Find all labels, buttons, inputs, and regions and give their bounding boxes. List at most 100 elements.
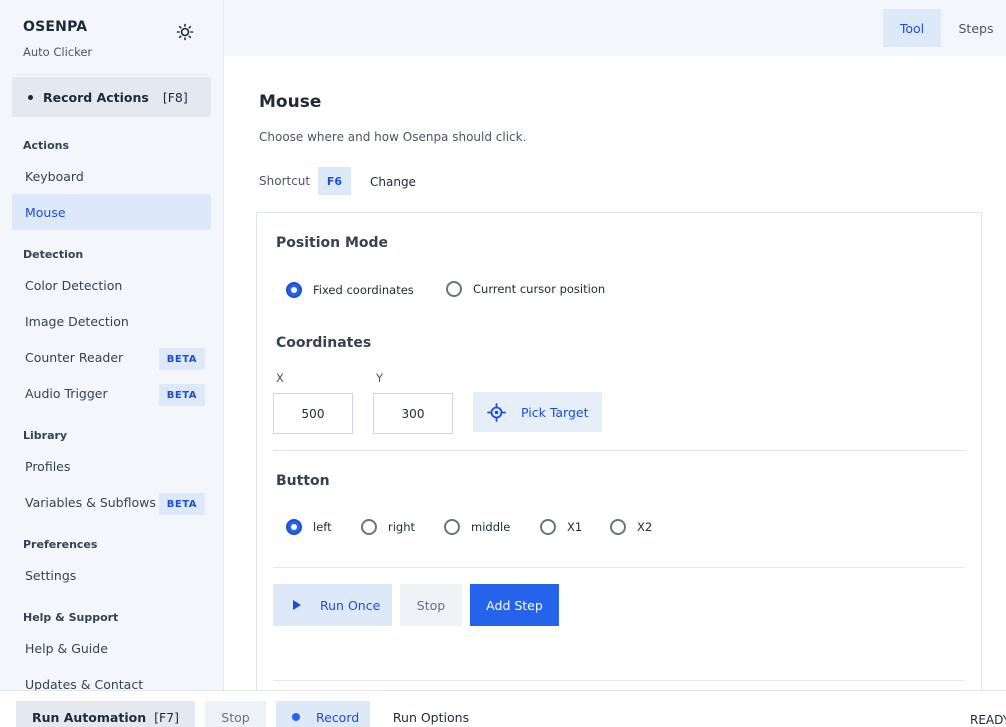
radio-button-left[interactable]: left [286,519,332,535]
stop-button[interactable]: Stop [400,584,462,626]
run-once-label: Run Once [320,597,381,613]
y-label: Y [376,371,384,385]
radio-button-middle[interactable]: middle [444,519,510,535]
nav-section-actions: Actions [23,139,69,152]
pick-target-label: Pick Target [521,404,589,420]
sidebar-item-label: Audio Trigger [25,385,108,401]
sidebar-item-label: Counter Reader [25,349,124,365]
change-shortcut-button[interactable]: Change [362,168,424,196]
sidebar-item-mouse[interactable]: Mouse [12,194,211,230]
radio-circle [610,519,626,535]
shortcut-key-badge: F6 [318,167,351,195]
brand: OSENPA Auto Clicker [23,19,92,59]
radio-circle [286,282,302,298]
radio-fixed-coordinates[interactable]: Fixed coordinates [286,282,414,298]
sidebar-item-counter-reader[interactable]: Counter Reader BETA [12,339,211,375]
section-divider [273,567,965,568]
mouse-settings-panel: Position Mode Fixed coordinates Current … [256,212,982,702]
radio-label: middle [471,520,511,534]
button-title: Button [276,473,330,489]
sidebar: OSENPA Auto Clicker Record Actions [F8] … [0,0,224,690]
radio-button-x1[interactable]: X1 [540,519,582,535]
section-divider [273,450,965,451]
top-bar: Tool Steps [224,0,1006,56]
sidebar-item-label: Image Detection [25,313,129,329]
beta-badge: BETA [158,384,205,406]
nav-section-library: Library [23,429,68,442]
run-options-button[interactable]: Run Options [386,701,476,727]
sidebar-item-image-detection[interactable]: Image Detection [12,303,211,339]
app-subtitle: Auto Clicker [23,45,93,59]
run-once-button[interactable]: Run Once [273,584,392,626]
radio-circle [444,519,460,535]
crosshair-icon [487,402,506,422]
app-name: OSENPA [23,19,88,35]
status-text: READY [970,713,1006,727]
x-coordinate-input[interactable] [273,393,353,434]
radio-circle [286,519,302,535]
radio-label: Current cursor position [473,282,606,296]
record-dot-icon [28,94,33,100]
sidebar-item-updates[interactable]: Updates & Contact [12,666,211,691]
tab-tool[interactable]: Tool [883,9,941,47]
radio-button-right[interactable]: right [361,519,415,535]
radio-label: X2 [637,520,653,534]
y-coordinate-input[interactable] [373,393,453,434]
sidebar-item-settings[interactable]: Settings [12,557,211,593]
record-actions-label: Record Actions [43,89,149,105]
radio-current-cursor[interactable]: Current cursor position [446,281,605,297]
add-step-button[interactable]: Add Step [470,584,559,626]
sidebar-item-label: Mouse [25,204,66,220]
sidebar-item-help-guide[interactable]: Help & Guide [12,630,211,666]
record-button[interactable]: Record [276,701,370,727]
nav-section-detection: Detection [23,248,84,261]
sidebar-item-label: Color Detection [25,277,123,293]
radio-label: X1 [567,520,583,534]
pick-target-button[interactable]: Pick Target [473,392,602,432]
radio-label: right [388,520,416,534]
radio-button-x2[interactable]: X2 [610,519,652,535]
play-icon [293,600,301,610]
beta-badge: BETA [158,493,205,515]
radio-circle [540,519,556,535]
sidebar-item-label: Keyboard [25,168,84,184]
radio-label: Fixed coordinates [313,283,414,297]
radio-circle [446,281,462,297]
x-label: X [276,371,284,385]
bottom-bar: Run Automation [F7] Stop Record Run Opti… [0,690,1006,727]
brand-divider [16,74,208,75]
page-title: Mouse [259,92,322,112]
radio-label: left [313,520,332,534]
position-mode-title: Position Mode [276,235,389,251]
shortcut-label: Shortcut [259,174,311,188]
bottom-stop-button[interactable]: Stop [205,701,266,727]
record-actions-shortcut: [F8] [162,89,188,105]
sidebar-item-label: Updates & Contact [25,676,144,691]
record-label: Record [316,709,360,725]
sidebar-item-audio-trigger[interactable]: Audio Trigger BETA [12,375,211,411]
record-actions-button[interactable]: Record Actions [F8] [12,77,211,117]
sidebar-item-variables[interactable]: Variables & Subflows BETA [12,484,211,520]
sidebar-item-label: Settings [25,567,77,583]
sidebar-item-keyboard[interactable]: Keyboard [12,158,211,194]
nav-section-preferences: Preferences [23,538,98,551]
radio-circle [361,519,377,535]
beta-badge: BETA [158,348,205,370]
sidebar-item-label: Profiles [25,458,71,474]
run-automation-label: Run Automation [31,709,147,725]
run-automation-button[interactable]: Run Automation [F7] [16,701,195,727]
app-window: OSENPA Auto Clicker Record Actions [F8] … [0,0,1006,727]
tab-steps[interactable]: Steps [949,9,1003,47]
sidebar-item-label: Help & Guide [25,640,108,656]
theme-toggle-button[interactable] [174,21,196,43]
run-automation-shortcut: [F7] [154,709,180,725]
page-description: Choose where and how Osenpa should click… [259,130,527,144]
section-divider [273,680,965,681]
sidebar-item-label: Variables & Subflows [25,494,156,510]
coordinates-title: Coordinates [276,335,372,351]
record-dot-icon [292,713,300,721]
sun-icon [176,23,194,41]
nav-section-help: Help & Support [23,611,119,624]
sidebar-item-profiles[interactable]: Profiles [12,448,211,484]
sidebar-item-color-detection[interactable]: Color Detection [12,267,211,303]
